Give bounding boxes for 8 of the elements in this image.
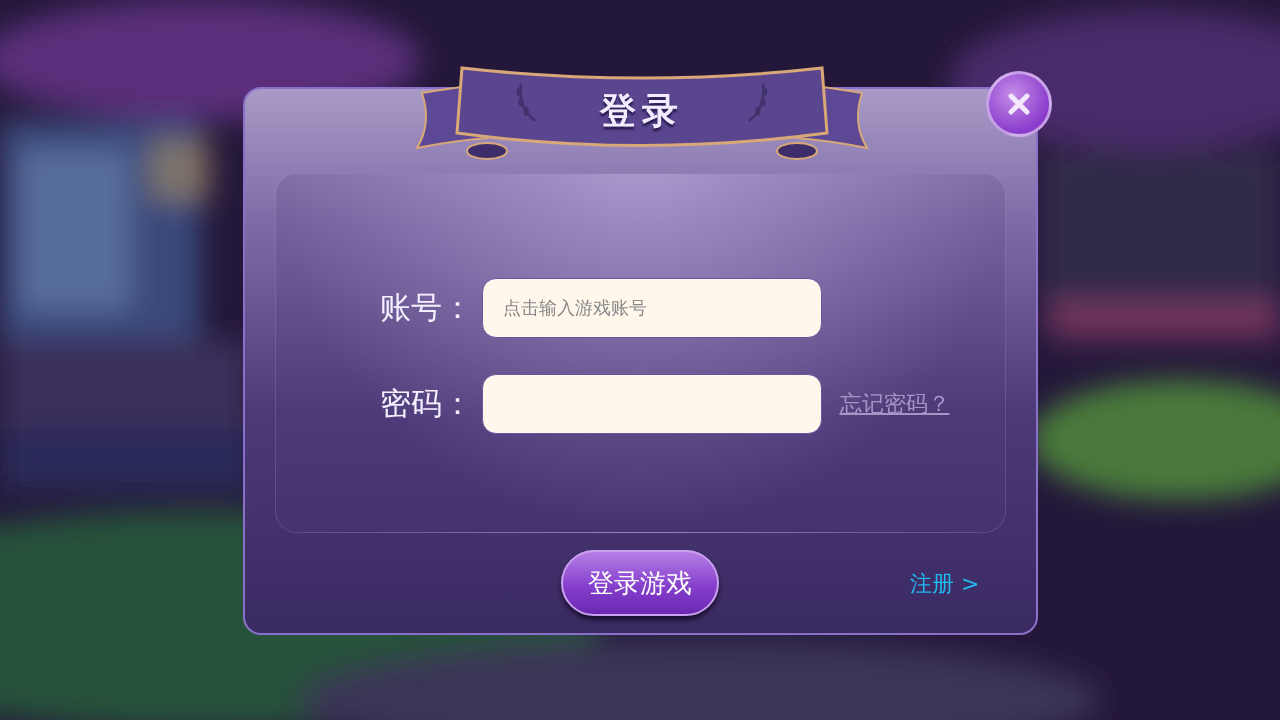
input-field[interactable] — [481, 374, 822, 434]
login-button[interactable]: 登录游戏 — [561, 550, 719, 616]
field-label: 账号： — [379, 288, 472, 327]
field-label: 密码： — [379, 384, 472, 423]
register-link[interactable]: 注册 > — [910, 569, 980, 599]
dialog-title: 登录 — [598, 89, 685, 133]
input-field[interactable]: 点击输入游戏账号 — [481, 278, 822, 338]
forgot-password-link[interactable]: 忘记密码？ — [839, 389, 950, 419]
